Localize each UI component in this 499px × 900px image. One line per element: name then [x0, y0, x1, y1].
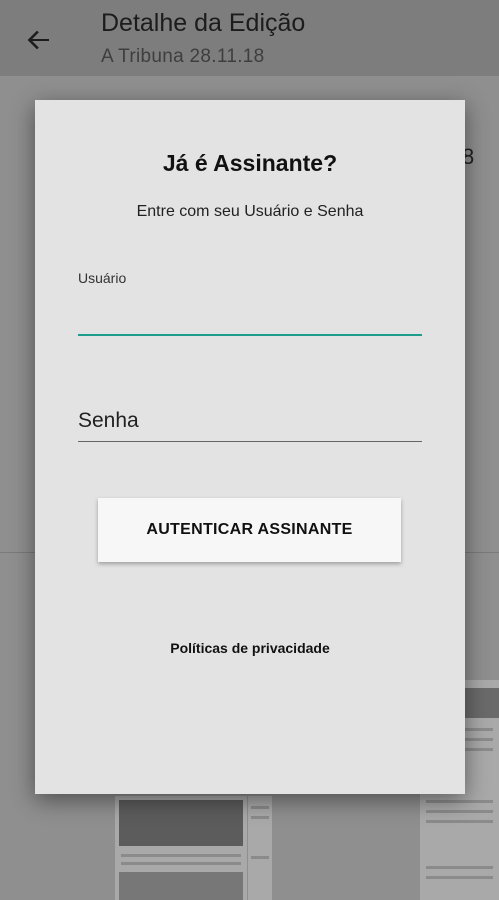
- dialog-title: Já é Assinante?: [162, 150, 338, 176]
- subscriber-login-dialog: Já é Assinante? Entre com seu Usuário e …: [35, 100, 465, 794]
- edition-page-thumbnail[interactable]: [115, 796, 247, 900]
- privacy-policy-link[interactable]: Políticas de privacidade: [35, 640, 465, 656]
- page-title: Detalhe da Edição: [101, 9, 306, 37]
- username-label: Usuário: [78, 270, 127, 286]
- username-input[interactable]: [78, 292, 422, 336]
- arrow-back-icon: [27, 30, 49, 50]
- authenticate-subscriber-button[interactable]: AUTENTICAR ASSINANTE: [98, 498, 401, 562]
- back-button[interactable]: [18, 20, 58, 60]
- dialog-subtitle: Entre com seu Usuário e Senha: [136, 203, 364, 220]
- edition-subtitle: A Tribuna 28.11.18: [101, 46, 265, 67]
- app-bar: Detalhe da Edição A Tribuna 28.11.18: [0, 0, 499, 76]
- password-input[interactable]: [78, 400, 422, 442]
- edition-page-thumbnail[interactable]: [248, 796, 272, 900]
